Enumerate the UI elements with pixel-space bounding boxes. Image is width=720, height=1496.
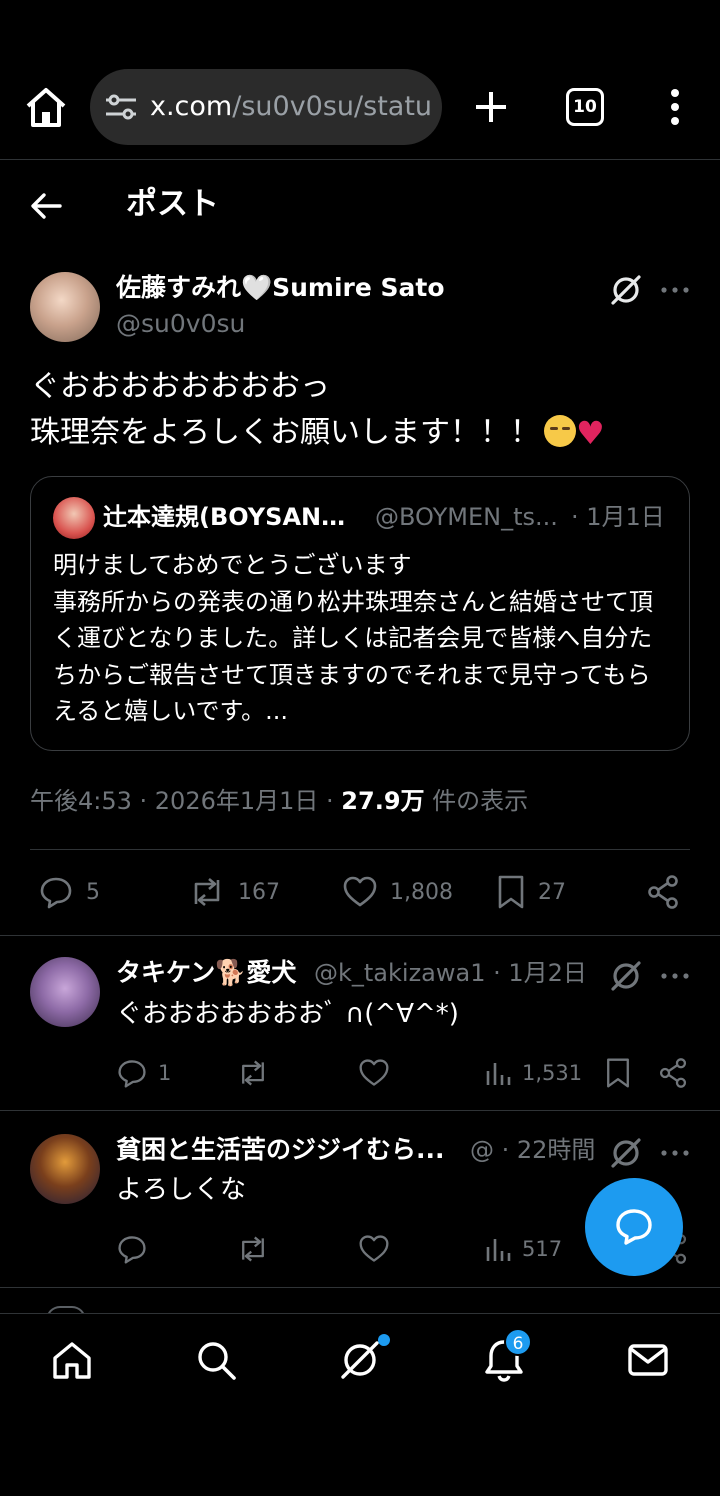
divider bbox=[0, 935, 720, 936]
reply-author-name[interactable]: タキケン🐕愛犬 bbox=[116, 956, 296, 990]
envelope-icon[interactable] bbox=[624, 1336, 672, 1384]
reply-count: 1 bbox=[158, 1061, 172, 1085]
like-count: 1,808 bbox=[390, 879, 453, 905]
bookmark-icon bbox=[498, 875, 524, 909]
views-count: 1,531 bbox=[522, 1061, 583, 1085]
heart-icon bbox=[343, 876, 377, 907]
tab-switcher-button[interactable]: 10 bbox=[566, 88, 604, 126]
browser-menu-icon[interactable] bbox=[664, 86, 686, 128]
tweet-text-line: 珠理奈をよろしくお願いします！！！ ♥ bbox=[30, 412, 605, 454]
site-settings-icon[interactable] bbox=[104, 91, 138, 123]
bar-chart-icon bbox=[486, 1239, 511, 1261]
like-button[interactable] bbox=[358, 1233, 390, 1265]
heart-icon bbox=[359, 1235, 389, 1262]
share-button[interactable] bbox=[646, 874, 680, 910]
quoted-author-avatar bbox=[53, 497, 95, 539]
reply-author-name[interactable]: 貧困と生活苦のジジイむら... bbox=[116, 1133, 454, 1167]
home-icon[interactable] bbox=[48, 1336, 96, 1384]
retweet-icon bbox=[242, 1236, 264, 1262]
reply-handle-date: @k_takizawa1 · 1月2日 bbox=[314, 959, 587, 987]
share-icon bbox=[648, 875, 678, 909]
bar-chart-icon bbox=[486, 1063, 511, 1085]
views-label: 件の表示 bbox=[424, 787, 529, 815]
quoted-author-handle: @BOYMEN_ts... bbox=[375, 503, 558, 531]
quoted-tweet-date: · 1月1日 bbox=[571, 503, 665, 531]
new-tab-icon[interactable] bbox=[470, 86, 512, 128]
bookmark-button[interactable]: 27 bbox=[496, 874, 566, 910]
url-text[interactable]: x.com/su0v0su/statu bbox=[150, 89, 430, 125]
reply-text: よろしくな bbox=[116, 1175, 247, 1205]
like-button[interactable]: 1,808 bbox=[342, 874, 453, 910]
like-button[interactable] bbox=[358, 1057, 390, 1089]
grok-icon[interactable] bbox=[608, 958, 644, 994]
retweet-icon bbox=[242, 1060, 264, 1086]
grok-icon[interactable] bbox=[608, 272, 644, 308]
grok-icon[interactable] bbox=[608, 1135, 644, 1171]
share-icon bbox=[659, 1058, 687, 1088]
reply-button[interactable]: 5 bbox=[38, 874, 100, 910]
address-bar[interactable]: x.com/su0v0su/statu bbox=[90, 69, 442, 145]
divider bbox=[30, 849, 690, 850]
heart-icon bbox=[359, 1059, 389, 1086]
tweet-time: 午後4:53 · 2026年1月1日 · bbox=[30, 787, 342, 815]
back-arrow-icon[interactable] bbox=[26, 186, 66, 226]
reply-icon bbox=[118, 1236, 146, 1264]
retweet-button[interactable]: 167 bbox=[188, 874, 280, 910]
retweet-icon bbox=[194, 878, 220, 906]
divider bbox=[0, 1110, 720, 1111]
bottom-navigation: 6 bbox=[0, 1313, 720, 1496]
reply-button[interactable] bbox=[116, 1233, 148, 1265]
reply-author-avatar[interactable] bbox=[30, 957, 100, 1027]
reply-handle-date: @ · 22時間 bbox=[470, 1136, 596, 1164]
views-button[interactable]: 517 bbox=[484, 1233, 562, 1265]
retweet-count: 167 bbox=[238, 879, 280, 905]
compose-reply-button[interactable] bbox=[585, 1178, 683, 1276]
notification-badge: 6 bbox=[504, 1328, 532, 1356]
page-title: ポスト bbox=[126, 186, 219, 222]
grok-icon[interactable] bbox=[336, 1336, 384, 1384]
url-path: /su0v0su/statu bbox=[232, 91, 430, 122]
divider bbox=[0, 1287, 720, 1288]
more-options-icon[interactable] bbox=[658, 276, 692, 304]
more-options-icon[interactable] bbox=[658, 962, 692, 990]
new-indicator-dot bbox=[378, 1334, 390, 1346]
reply-author-avatar[interactable] bbox=[30, 1134, 100, 1204]
reply-icon bbox=[118, 1060, 146, 1088]
browser-toolbar: x.com/su0v0su/statu 10 bbox=[0, 0, 720, 160]
retweet-button[interactable] bbox=[236, 1057, 270, 1089]
crying-face-icon bbox=[544, 415, 576, 447]
tweet-metadata: 午後4:53 · 2026年1月1日 · 27.9万 件の表示 bbox=[30, 784, 528, 818]
tweet-text-line: ぐおおおおおおおおっ bbox=[30, 369, 330, 404]
tweet-text: 珠理奈をよろしくお願いします！！！ bbox=[30, 415, 540, 450]
reply-count: 5 bbox=[86, 879, 100, 905]
bookmark-icon bbox=[607, 1058, 629, 1088]
share-button[interactable] bbox=[658, 1057, 688, 1089]
quoted-tweet-text: 明けましておめでとうございます 事務所からの発表の通り松井珠理奈さんと結婚させて… bbox=[53, 551, 653, 725]
browser-home-icon[interactable] bbox=[22, 84, 70, 132]
quoted-author-name: 辻本達規(BOYSAND... bbox=[103, 503, 365, 531]
quoted-tweet-card[interactable]: 辻本達規(BOYSAND... @BOYMEN_ts... · 1月1日 明けま… bbox=[30, 476, 690, 751]
more-options-icon[interactable] bbox=[658, 1139, 692, 1167]
red-heart-icon: ♥ bbox=[576, 414, 605, 452]
views-count: 517 bbox=[522, 1237, 563, 1261]
views-count[interactable]: 27.9万 bbox=[341, 787, 424, 815]
views-button[interactable]: 1,531 bbox=[484, 1057, 582, 1089]
author-display-name[interactable]: 佐藤すみれ🤍Sumire Sato bbox=[116, 272, 445, 304]
url-host: x.com bbox=[150, 91, 233, 122]
chat-bubble-icon bbox=[616, 1209, 652, 1245]
author-avatar[interactable] bbox=[30, 272, 100, 342]
search-icon[interactable] bbox=[192, 1336, 240, 1384]
author-handle[interactable]: @su0v0su bbox=[116, 308, 245, 340]
reply-icon bbox=[40, 877, 72, 909]
reply-button[interactable]: 1 bbox=[116, 1057, 171, 1089]
retweet-button[interactable] bbox=[236, 1233, 270, 1265]
reply-text: ぐおおおおおおおﾞ ∩(^∀^*) bbox=[116, 999, 459, 1029]
bookmark-count: 27 bbox=[538, 879, 566, 905]
bookmark-button[interactable] bbox=[604, 1057, 632, 1089]
